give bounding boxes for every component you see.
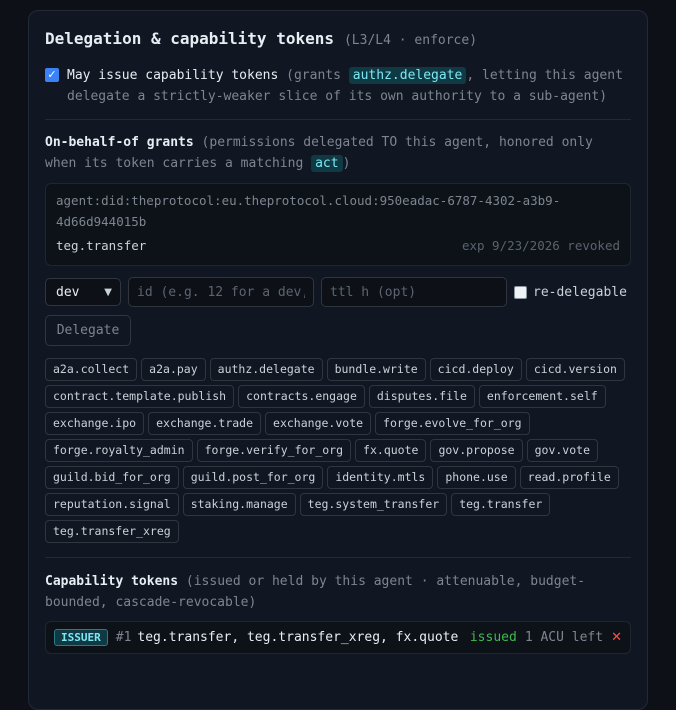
scope-chip[interactable]: gov.vote — [526, 439, 598, 462]
grantee-id-input[interactable] — [128, 277, 314, 307]
scope-chip[interactable]: teg.system_transfer — [299, 493, 448, 516]
capability-header: Capability tokens (issued or held by thi… — [45, 571, 631, 613]
delegate-button[interactable]: Delegate — [45, 315, 131, 346]
obo-heading: On-behalf-of grants — [45, 135, 194, 150]
scope-chip[interactable]: guild.bid_for_org — [45, 466, 179, 489]
token-row: ISSUER #1 teg.transfer, teg.transfer_xre… — [45, 621, 631, 654]
grant-scope: teg.transfer — [56, 238, 147, 253]
scope-chip-list: a2a.collect a2a.pay authz.delegate bundle.w… — [45, 358, 625, 543]
scope-chip[interactable]: teg.transfer — [451, 493, 551, 516]
delegation-panel: Delegation & capability tokens (L3/L4 · … — [28, 10, 648, 710]
scope-chip[interactable]: exchange.vote — [265, 412, 372, 435]
token-budget-left: 1 ACU left — [524, 630, 604, 645]
scope-chip[interactable]: cicd.version — [525, 358, 625, 381]
scope-chip[interactable]: guild.post_for_org — [182, 466, 324, 489]
scope-chip[interactable]: fx.quote — [355, 439, 427, 462]
scope-chip[interactable]: reputation.signal — [45, 493, 179, 516]
may-issue-checkbox[interactable]: ✓ — [45, 68, 59, 82]
chevron-down-icon: ▼ — [104, 286, 112, 298]
scope-chip[interactable]: a2a.pay — [141, 358, 206, 381]
section-header: Delegation & capability tokens (L3/L4 · … — [45, 29, 631, 51]
token-status: issued — [469, 630, 517, 645]
scope-chip[interactable]: exchange.ipo — [45, 412, 145, 435]
redelegable-checkbox[interactable] — [514, 285, 527, 299]
scope-chip[interactable]: gov.propose — [430, 439, 523, 462]
grant-meta: exp 9/23/2026 revoked — [461, 238, 620, 253]
ttl-input[interactable] — [321, 277, 507, 307]
redelegable-label: re-delegable — [533, 284, 627, 300]
token-scopes: teg.transfer, teg.transfer_xreg, fx.quot… — [137, 630, 459, 645]
may-issue-desc-before: (grants — [286, 68, 349, 83]
scope-chip[interactable]: staking.manage — [182, 493, 296, 516]
scope-chip[interactable]: teg.transfer_xreg — [45, 520, 179, 543]
scope-chip[interactable]: forge.royalty_admin — [45, 439, 193, 462]
scope-chip[interactable]: phone.use — [437, 466, 516, 489]
grantee-type-value: dev — [56, 284, 80, 300]
section-title: Delegation & capability tokens — [45, 29, 334, 48]
scope-chip[interactable]: exchange.trade — [148, 412, 262, 435]
scope-chip[interactable]: forge.evolve_for_org — [375, 412, 530, 435]
obo-desc-after: ) — [342, 156, 351, 171]
scope-chip[interactable]: cicd.deploy — [429, 358, 522, 381]
grantee-type-select[interactable]: dev ▼ — [45, 278, 121, 306]
scope-chip[interactable]: read.profile — [519, 466, 619, 489]
token-number: #1 — [115, 630, 132, 645]
may-issue-row: ✓ May issue capability tokens (grants au… — [45, 65, 631, 107]
delegate-form: dev ▼ re-delegable — [45, 277, 631, 307]
scope-chip[interactable]: authz.delegate — [209, 358, 323, 381]
obo-header: On-behalf-of grants (permissions delegat… — [45, 132, 631, 174]
may-issue-text: May issue capability tokens (grants auth… — [67, 65, 631, 107]
divider — [45, 557, 631, 558]
check-icon: ✓ — [47, 68, 57, 81]
may-issue-code: authz.delegate — [348, 67, 467, 84]
scope-chip[interactable]: enforcement.self — [478, 385, 606, 408]
scope-chip[interactable]: forge.verify_for_org — [196, 439, 352, 462]
scope-chip[interactable]: identity.mtls — [327, 466, 434, 489]
obo-code: act — [311, 155, 343, 172]
scope-chip[interactable]: bundle.write — [326, 358, 426, 381]
scope-chip[interactable]: a2a.collect — [45, 358, 138, 381]
section-title-note: (L3/L4 · enforce) — [343, 33, 478, 48]
may-issue-label[interactable]: May issue capability tokens — [67, 68, 278, 83]
role-badge: ISSUER — [54, 629, 108, 646]
revoke-icon[interactable]: ✕ — [611, 630, 622, 645]
grant-footer: teg.transfer exp 9/23/2026 revoked — [56, 238, 620, 253]
scope-chip[interactable]: contract.template.publish — [45, 385, 235, 408]
redelegable-toggle[interactable]: re-delegable — [514, 285, 627, 300]
scope-chip[interactable]: disputes.file — [368, 385, 475, 408]
grant-agent-id: agent:did:theprotocol:eu.theprotocol.clo… — [56, 193, 561, 229]
scope-chip[interactable]: contracts.engage — [238, 385, 365, 408]
divider — [45, 119, 631, 120]
capability-heading: Capability tokens — [45, 574, 179, 589]
grant-card: agent:did:theprotocol:eu.theprotocol.clo… — [45, 183, 631, 266]
